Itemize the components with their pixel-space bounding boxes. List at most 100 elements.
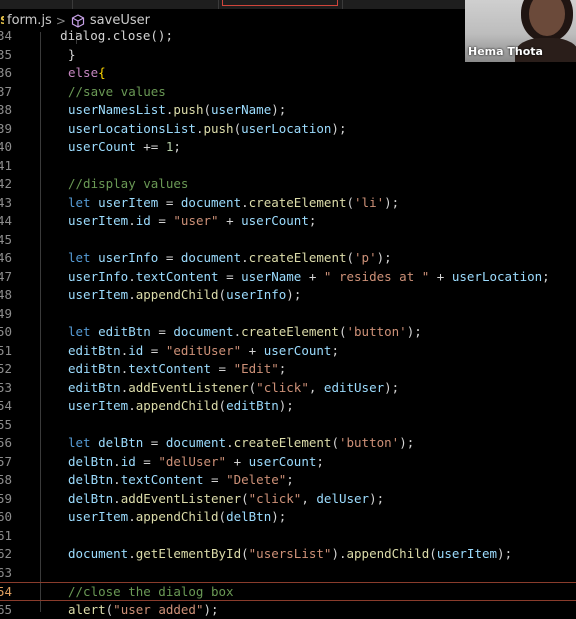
code-line[interactable]: 63: [0, 564, 576, 583]
active-tab[interactable]: [222, 0, 338, 6]
code-line[interactable]: 65 alert("user added");: [0, 601, 576, 619]
code-text: userLocationsList.push(userLocation);: [68, 120, 346, 139]
code-token: textContent: [121, 472, 204, 487]
line-number: 63: [0, 564, 12, 583]
code-line[interactable]: 42//display values: [0, 175, 576, 194]
code-line[interactable]: 53editBtn.addEventListener("click", edit…: [0, 379, 576, 398]
code-text: delBtn.addEventListener("click", delUser…: [68, 490, 384, 509]
code-line[interactable]: 61: [0, 527, 576, 546]
code-token: +=: [136, 139, 166, 154]
line-number: 46: [0, 249, 12, 268]
code-token: "Delete": [226, 472, 286, 487]
line-number: 58: [0, 471, 12, 490]
line-number: 59: [0, 490, 12, 509]
code-line[interactable]: 56let delBtn = document.createElement('b…: [0, 434, 576, 453]
code-line[interactable]: 58delBtn.textContent = "Delete";: [0, 471, 576, 490]
code-line[interactable]: 36 else{: [0, 64, 576, 83]
code-line[interactable]: 51editBtn.id = "editUser" + userCount;: [0, 342, 576, 361]
code-token: );: [279, 398, 294, 413]
video-call-thumbnail[interactable]: Hema Thota: [465, 0, 576, 62]
code-token: );: [331, 121, 346, 136]
code-token: document: [166, 435, 226, 450]
line-number: 51: [0, 342, 12, 361]
js-file-icon: JS: [0, 14, 4, 27]
code-line[interactable]: 57delBtn.id = "delUser" + userCount;: [0, 453, 576, 472]
code-line[interactable]: 48 userItem.appendChild(userInfo);: [0, 286, 576, 305]
code-token: userItem: [68, 509, 128, 524]
code-text: dialog.close();: [30, 27, 173, 46]
code-token: document: [173, 324, 233, 339]
line-number: 54: [0, 397, 12, 416]
code-token: //close the dialog box: [68, 584, 234, 599]
code-token: id: [128, 343, 143, 358]
code-line[interactable]: 39userLocationsList.push(userLocation);: [0, 120, 576, 139]
code-line[interactable]: 45: [0, 231, 576, 250]
line-number: 43: [0, 194, 12, 213]
code-line[interactable]: 44userItem.id = "user" + userCount;: [0, 212, 576, 231]
code-token: userInfo: [68, 269, 128, 284]
code-line[interactable]: 50let editBtn = document.createElement('…: [0, 323, 576, 342]
code-text: let editBtn = document.createElement('bu…: [68, 323, 422, 342]
code-token: addEventListener: [121, 491, 241, 506]
code-line[interactable]: 38userNamesList.push(userName);: [0, 101, 576, 120]
code-token: .: [113, 472, 121, 487]
code-token: =: [151, 324, 174, 339]
code-token: );: [203, 602, 218, 617]
code-token: editBtn: [68, 343, 121, 358]
code-token: .: [128, 546, 136, 561]
code-token: (: [219, 509, 227, 524]
line-number: 36: [0, 64, 12, 83]
code-line[interactable]: 55: [0, 416, 576, 435]
code-token: ;: [286, 472, 294, 487]
code-token: ;: [542, 269, 550, 284]
code-line[interactable]: 47userInfo.textContent = userName + " re…: [0, 268, 576, 287]
line-number: 57: [0, 453, 12, 472]
code-token: 'li': [354, 195, 384, 210]
code-token: =: [143, 435, 166, 450]
code-text: alert("user added");: [68, 601, 219, 619]
code-text: }: [68, 46, 76, 65]
line-number: 49: [0, 305, 12, 324]
code-line[interactable]: 40userCount += 1;: [0, 138, 576, 157]
code-line[interactable]: 54//close the dialog box: [0, 582, 576, 601]
code-line[interactable]: 41: [0, 157, 576, 176]
code-token: ;: [331, 343, 339, 358]
code-token: }: [68, 47, 76, 62]
code-line[interactable]: 54 userItem.appendChild(editBtn);: [0, 397, 576, 416]
line-number: 52: [0, 360, 12, 379]
code-token: =: [158, 250, 181, 265]
code-token: ,: [309, 380, 324, 395]
code-token: userItem: [68, 398, 128, 413]
code-line[interactable]: 46let userInfo = document.createElement(…: [0, 249, 576, 268]
line-number: 42: [0, 175, 12, 194]
code-text: else{: [68, 64, 106, 83]
code-text: userItem.appendChild(userInfo);: [68, 286, 301, 305]
code-line[interactable]: 60userItem.appendChild(delBtn);: [0, 508, 576, 527]
code-token: (: [241, 546, 249, 561]
code-token: userName: [211, 102, 271, 117]
line-number: 65: [0, 601, 12, 619]
code-token: .: [128, 398, 136, 413]
code-token: userInfo: [226, 287, 286, 302]
code-line[interactable]: 37//save values: [0, 83, 576, 102]
code-text: editBtn.textContent = "Edit";: [68, 360, 286, 379]
code-editor[interactable]: 34 dialog.close();35}36else{37//save val…: [0, 32, 576, 612]
code-token: //save values: [68, 84, 166, 99]
code-token: );: [271, 509, 286, 524]
breadcrumb-file[interactable]: form.js: [7, 13, 52, 28]
breadcrumb-symbol[interactable]: saveUser: [90, 13, 150, 28]
code-line[interactable]: 43 let userItem = document.createElement(…: [0, 194, 576, 213]
code-line[interactable]: 62document.getElementById("usersList").a…: [0, 545, 576, 564]
code-token: (: [347, 195, 355, 210]
code-text: let userItem = document.createElement('l…: [68, 194, 399, 213]
code-line[interactable]: 52 editBtn.textContent = "Edit";: [0, 360, 576, 379]
tab-separator: [218, 0, 219, 9]
line-number: 48: [0, 286, 12, 305]
code-token: "usersList": [249, 546, 332, 561]
code-text: userItem.appendChild(editBtn);: [68, 397, 294, 416]
code-line[interactable]: 59 delBtn.addEventListener("click", delUs…: [0, 490, 576, 509]
line-number: 45: [0, 231, 12, 250]
code-token: =: [143, 343, 166, 358]
code-line[interactable]: 49: [0, 305, 576, 324]
code-text: userInfo.textContent = userName + " resi…: [68, 268, 550, 287]
